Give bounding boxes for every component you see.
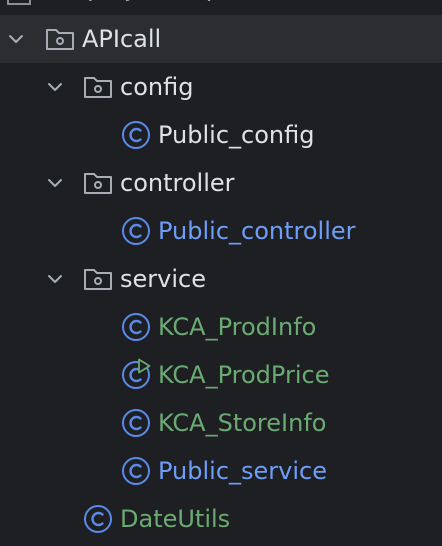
- tree-row-kca-prodprice[interactable]: KCA_ProdPrice: [0, 351, 442, 399]
- tree-row-public-service[interactable]: Public_service: [0, 447, 442, 495]
- run-badge-icon[interactable]: [137, 358, 151, 374]
- tree-row-public-controller[interactable]: Public_controller: [0, 207, 442, 255]
- tree-item-label: src/projects/apost: [44, 0, 258, 12]
- tree-item-label: KCA_StoreInfo: [158, 409, 327, 437]
- tree-item-label: controller: [120, 169, 235, 197]
- chevron-down-icon[interactable]: [45, 269, 65, 289]
- tree-item-label: config: [120, 73, 194, 101]
- tree-item-label: Public_service: [158, 457, 327, 485]
- class-icon: [122, 409, 150, 437]
- class-icon: [122, 457, 150, 485]
- project-tree: src/projects/apost APIcall config Public…: [0, 0, 442, 546]
- folder-icon: [7, 0, 31, 5]
- tree-row-dateutils[interactable]: DateUtils: [0, 495, 442, 543]
- tree-row-kca-prodinfo[interactable]: KCA_ProdInfo: [0, 303, 442, 351]
- chevron-down-icon[interactable]: [45, 173, 65, 193]
- tree-item-label: service: [120, 265, 206, 293]
- tree-item-label: KCA_ProdInfo: [158, 313, 317, 341]
- class-icon: [122, 217, 150, 245]
- class-icon: [122, 313, 150, 341]
- folder-icon: [84, 77, 112, 98]
- tree-item-label: DateUtils: [120, 505, 231, 533]
- tree-row-apicall[interactable]: APIcall: [0, 15, 442, 63]
- tree-row-kca-storeinfo[interactable]: KCA_StoreInfo: [0, 399, 442, 447]
- folder-icon: [84, 173, 112, 194]
- tree-row-config[interactable]: config: [0, 63, 442, 111]
- tree-item-label: Public_config: [158, 121, 315, 149]
- tree-row-controller[interactable]: controller: [0, 159, 442, 207]
- class-icon: [122, 121, 150, 149]
- class-icon: [84, 505, 112, 533]
- folder-icon: [84, 269, 112, 290]
- folder-icon: [46, 29, 74, 50]
- tree-item-label: Public_controller: [158, 217, 356, 245]
- tree-row-public-config[interactable]: Public_config: [0, 111, 442, 159]
- tree-row-service[interactable]: service: [0, 255, 442, 303]
- tree-item-label: APIcall: [82, 25, 162, 53]
- chevron-down-icon[interactable]: [6, 29, 26, 49]
- chevron-down-icon[interactable]: [45, 77, 65, 97]
- tree-item-label: KCA_ProdPrice: [158, 361, 330, 389]
